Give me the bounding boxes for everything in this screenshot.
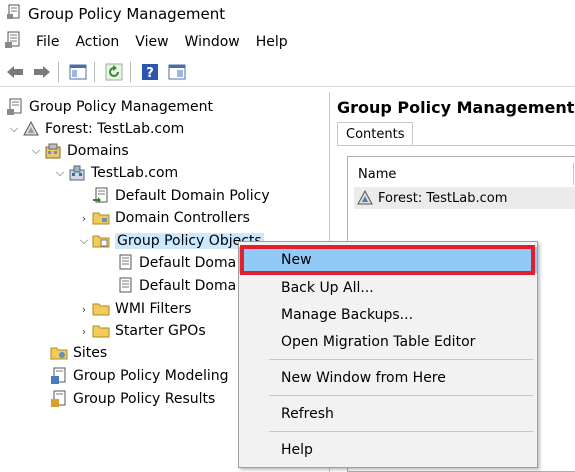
- title-bar: Group Policy Management: [0, 0, 575, 28]
- help-button[interactable]: ?: [138, 61, 162, 83]
- list-item[interactable]: Forest: TestLab.com: [354, 187, 575, 209]
- modeling-icon: [50, 367, 68, 385]
- refresh-icon: [105, 63, 123, 80]
- context-menu-new-window-from-here[interactable]: New Window from Here: [239, 365, 537, 391]
- wmi-folder-icon: [92, 300, 110, 318]
- tree-item-domain-controllers[interactable]: › Domain Controllers: [76, 207, 250, 229]
- menu-separator: [269, 395, 533, 396]
- context-menu-open-migration-table-editor[interactable]: Open Migration Table Editor: [239, 329, 537, 355]
- chevron-right-icon[interactable]: ›: [76, 301, 92, 317]
- menu-bar: File Action View Window Help: [0, 29, 575, 55]
- forward-button[interactable]: [30, 61, 54, 83]
- tree-label: Domain Controllers: [115, 210, 250, 226]
- gpm-root-icon: [6, 98, 24, 116]
- forest-icon: [22, 120, 40, 138]
- menu-action[interactable]: Action: [67, 34, 127, 50]
- tree-label: Group Policy Modeling: [73, 368, 229, 384]
- menu-separator: [269, 431, 533, 432]
- tree-item-gpo-child[interactable]: Default Doma: [116, 275, 236, 297]
- tree-item-wmi-filters[interactable]: › WMI Filters: [76, 298, 192, 320]
- gpmc-app-icon: [6, 4, 22, 24]
- tree-item-domains[interactable]: ⌵ Domains: [28, 140, 129, 162]
- chevron-down-icon[interactable]: ⌵: [76, 233, 92, 249]
- menu-window[interactable]: Window: [177, 34, 248, 50]
- console-icon[interactable]: [4, 31, 22, 53]
- menu-view[interactable]: View: [127, 34, 176, 50]
- help-icon: ?: [142, 63, 158, 81]
- menu-help[interactable]: Help: [248, 34, 296, 50]
- context-menu-back-up-all[interactable]: Back Up All...: [239, 275, 537, 301]
- column-header-name[interactable]: Name: [358, 167, 396, 182]
- properties-button[interactable]: [165, 61, 189, 83]
- tab-divider: [337, 145, 575, 146]
- tree-label: Default Domain Policy: [115, 188, 270, 204]
- back-button[interactable]: [3, 61, 27, 83]
- tree-label: Default Doma: [139, 278, 237, 294]
- chevron-down-icon[interactable]: ⌵: [28, 143, 44, 159]
- context-menu-refresh[interactable]: Refresh: [239, 401, 537, 427]
- context-menu-new[interactable]: New: [239, 247, 537, 273]
- tree-item-default-domain-policy[interactable]: Default Domain Policy: [92, 185, 270, 207]
- toolbar-separator: [58, 61, 59, 82]
- chevron-down-icon[interactable]: ⌵: [52, 165, 68, 181]
- gpo-icon: [116, 254, 134, 272]
- starter-gpo-folder-icon: [92, 322, 110, 340]
- refresh-button[interactable]: [102, 61, 126, 83]
- gpo-link-icon: [92, 187, 110, 205]
- tree-item-group-policy-objects[interactable]: ⌵ Group Policy Objects: [76, 230, 264, 252]
- sites-icon: [50, 344, 68, 362]
- svg-text:?: ?: [146, 66, 154, 81]
- domain-icon: [68, 164, 86, 182]
- window-title: Group Policy Management: [28, 5, 226, 23]
- results-icon: [50, 390, 68, 408]
- toolbar-separator: [94, 61, 95, 82]
- forest-icon: [356, 189, 374, 207]
- tree-label: Group Policy Results: [73, 391, 216, 407]
- tree-item-testlab-domain[interactable]: ⌵ TestLab.com: [52, 162, 178, 184]
- tree-label: Domains: [67, 143, 129, 159]
- tree-label: Sites: [73, 345, 108, 361]
- column-separator[interactable]: [573, 163, 574, 185]
- tree-item-forest[interactable]: ⌵ Forest: TestLab.com: [6, 118, 184, 140]
- gpo-icon: [116, 277, 134, 295]
- tree-label: Forest: TestLab.com: [45, 121, 185, 137]
- details-title: Group Policy Management: [337, 98, 575, 117]
- tree-item-sites[interactable]: Sites: [50, 342, 107, 364]
- list-item-label: Forest: TestLab.com: [378, 190, 508, 206]
- tree-label: WMI Filters: [115, 301, 192, 317]
- tree-item-gpo-child[interactable]: Default Doma: [116, 252, 236, 274]
- tab-contents[interactable]: Contents: [337, 122, 414, 146]
- chevron-right-icon[interactable]: ›: [76, 210, 92, 226]
- tree-label: Default Doma: [139, 255, 237, 271]
- toolbar: ?: [0, 57, 575, 87]
- properties-icon: [168, 64, 186, 79]
- forward-arrow-icon: [34, 65, 50, 78]
- tree-item-starter-gpos[interactable]: › Starter GPOs: [76, 320, 206, 342]
- context-menu-manage-backups[interactable]: Manage Backups...: [239, 302, 537, 328]
- context-menu-help[interactable]: Help: [239, 437, 537, 463]
- toolbar-separator: [130, 61, 131, 82]
- tree-item-gp-results[interactable]: Group Policy Results: [50, 388, 215, 410]
- ou-folder-icon: [92, 209, 110, 227]
- tree-item-gpm-root[interactable]: Group Policy Management: [6, 96, 213, 118]
- tree-label: Group Policy Management: [29, 99, 214, 115]
- show-hide-tree-icon: [69, 64, 87, 79]
- menu-separator: [269, 359, 533, 360]
- tree-item-gp-modeling[interactable]: Group Policy Modeling: [50, 365, 228, 387]
- tree-label: Starter GPOs: [115, 323, 206, 339]
- domains-icon: [44, 142, 62, 160]
- gpo-folder-icon: [92, 232, 110, 250]
- chevron-right-icon[interactable]: ›: [76, 323, 92, 339]
- back-arrow-icon: [7, 65, 23, 78]
- show-hide-tree-button[interactable]: [66, 61, 90, 83]
- context-menu: New Back Up All... Manage Backups... Ope…: [238, 241, 538, 468]
- tree-label: TestLab.com: [91, 165, 179, 181]
- menu-file[interactable]: File: [28, 34, 67, 50]
- chevron-down-icon[interactable]: ⌵: [6, 121, 22, 137]
